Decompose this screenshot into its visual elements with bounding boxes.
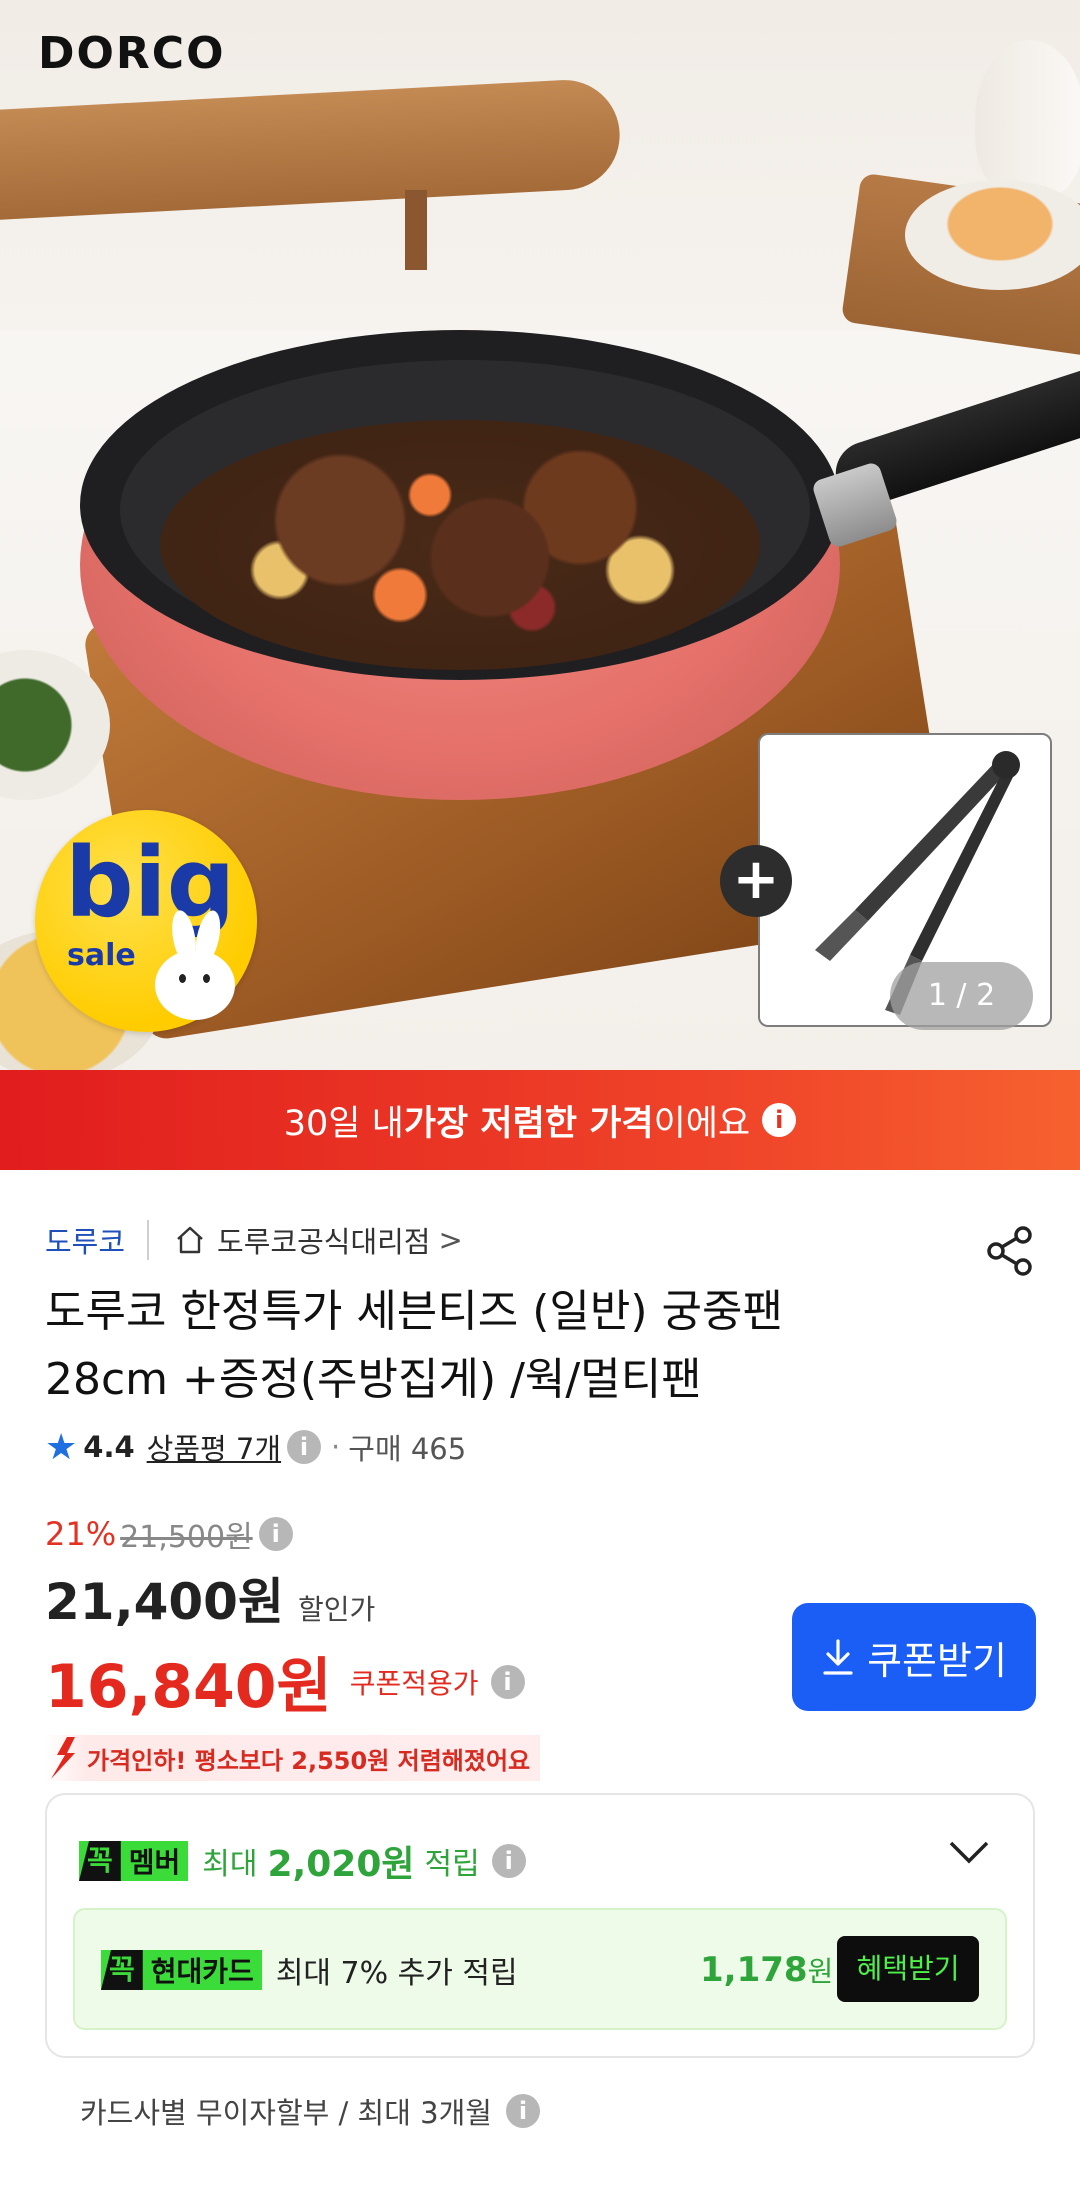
dorco-logo: DORCO xyxy=(38,28,226,79)
info-icon[interactable]: i xyxy=(491,1844,526,1878)
sale-price: 21,400원 xyxy=(45,1573,284,1631)
coupon-button-label: 쿠폰받기 xyxy=(867,1638,1007,1683)
rating-row: ★ 4.4 상품평 7개 i · 구매 465 xyxy=(45,1425,466,1469)
card-reward-row: 꼭 현대카드 최대 7% 추가 적립 xyxy=(101,1948,518,1992)
lowest-price-banner[interactable]: 30일 내 가장 저렴한 가격 이에요 i xyxy=(0,1070,1080,1170)
seller-row: 도루코 도루코공식대리점 > xyxy=(45,1215,463,1265)
kk-card-badge: 꼭 현대카드 xyxy=(101,1950,262,1990)
side-dish-bowl xyxy=(905,180,1080,290)
coupon-price-label: 쿠폰적용가 xyxy=(349,1666,479,1700)
member-reward-amount: 2,020원 xyxy=(267,1844,415,1885)
kk-badge-label: 멤버 xyxy=(128,1846,181,1879)
product-title-line1: 도루코 한정특가 세븐티즈 (일반) 궁중팬 xyxy=(45,1286,783,1337)
banner-prefix: 30일 내 xyxy=(283,1103,404,1144)
bunny-icon xyxy=(155,950,235,1020)
download-icon xyxy=(823,1639,853,1675)
card-amount-unit: 원 xyxy=(807,1955,834,1988)
member-rewards-box: 꼭 멤버 최대 2,020원 적립 i 꼭 현대카드 최대 7% 추가 적립 1… xyxy=(45,1793,1035,2058)
price-drop-notice: 가격인하! 평소보다 2,550원 저렴해졌어요 xyxy=(45,1735,541,1781)
member-accrue-text: 적립 xyxy=(424,1847,480,1882)
chair-leg xyxy=(405,190,427,270)
hyundai-card-reward: 꼭 현대카드 최대 7% 추가 적립 1,178원 혜택받기 xyxy=(73,1908,1007,2030)
info-icon[interactable]: i xyxy=(287,1430,322,1464)
product-title: 도루코 한정특가 세븐티즈 (일반) 궁중팬 28cm +증정(주방집게) /웍… xyxy=(45,1278,945,1414)
coupon-price: 16,840원 xyxy=(45,1652,332,1722)
rating-score: 4.4 xyxy=(83,1430,135,1464)
price-block: 21% 21,500원 i 21,400원 할인가 16,840원 쿠폰적용가 … xyxy=(45,1510,541,1781)
banner-suffix: 이에요 xyxy=(653,1103,751,1144)
product-image-carousel[interactable]: DORCO big sale + 1 / 2 xyxy=(0,0,1080,1070)
braised-short-ribs xyxy=(160,420,760,670)
brand-link[interactable]: 도루코 xyxy=(45,1219,125,1261)
installment-text: 카드사별 무이자할부 / 최대 3개월 xyxy=(80,2096,492,2130)
download-coupon-button[interactable]: 쿠폰받기 xyxy=(792,1603,1036,1711)
reviews-link[interactable]: 상품평 7개 xyxy=(147,1426,281,1468)
banner-bold: 가장 저렴한 가격 xyxy=(403,1103,654,1144)
dot-separator: · xyxy=(331,1430,341,1464)
star-icon: ★ xyxy=(45,1426,78,1468)
sale-price-label: 할인가 xyxy=(297,1593,376,1626)
plus-icon: + xyxy=(720,845,792,917)
original-price: 21,500원 xyxy=(120,1520,253,1555)
discount-percent: 21% xyxy=(45,1515,117,1553)
kk-member-badge: 꼭 멤버 xyxy=(79,1841,189,1881)
chevron-right-icon: > xyxy=(438,1223,463,1257)
get-benefit-button[interactable]: 혜택받기 xyxy=(837,1936,979,2002)
card-reward-amount: 1,178원 xyxy=(700,1950,833,1990)
vase xyxy=(975,40,1080,200)
info-icon[interactable]: i xyxy=(762,1103,797,1137)
big-sale-badge: big sale xyxy=(35,810,257,1032)
bunny-eye xyxy=(203,974,210,983)
home-icon xyxy=(177,1226,203,1254)
divider xyxy=(147,1220,150,1260)
installment-info: 카드사별 무이자할부 / 최대 3개월 i xyxy=(80,2090,540,2132)
card-badge-label: 현대카드 xyxy=(150,1955,254,1988)
kk-badge-glyph: 꼭 xyxy=(79,1841,121,1881)
member-max-text: 최대 xyxy=(202,1847,258,1882)
purchase-count: 구매 465 xyxy=(348,1432,467,1466)
badge-sale-text: sale xyxy=(67,938,136,973)
member-reward-row: 꼭 멤버 최대 2,020원 적립 i xyxy=(79,1835,526,1887)
info-icon[interactable]: i xyxy=(258,1517,293,1551)
card-amount-value: 1,178 xyxy=(700,1950,808,1990)
share-icon[interactable] xyxy=(985,1225,1035,1277)
info-icon[interactable]: i xyxy=(490,1664,525,1699)
price-down-arrow-icon xyxy=(51,1737,75,1779)
product-title-line2: 28cm +증정(주방집게) /웍/멀티팬 xyxy=(45,1354,702,1405)
info-icon[interactable]: i xyxy=(505,2094,540,2128)
store-link[interactable]: 도루코공식대리점 xyxy=(217,1219,430,1261)
kk-badge-glyph: 꼭 xyxy=(101,1950,143,1990)
card-reward-text: 최대 7% 추가 적립 xyxy=(275,1956,518,1991)
bunny-eye xyxy=(179,974,186,983)
price-drop-text: 가격인하! 평소보다 2,550원 저렴해졌어요 xyxy=(87,1746,531,1775)
chevron-down-icon[interactable] xyxy=(947,1837,991,1867)
image-counter: 1 / 2 xyxy=(890,962,1033,1030)
